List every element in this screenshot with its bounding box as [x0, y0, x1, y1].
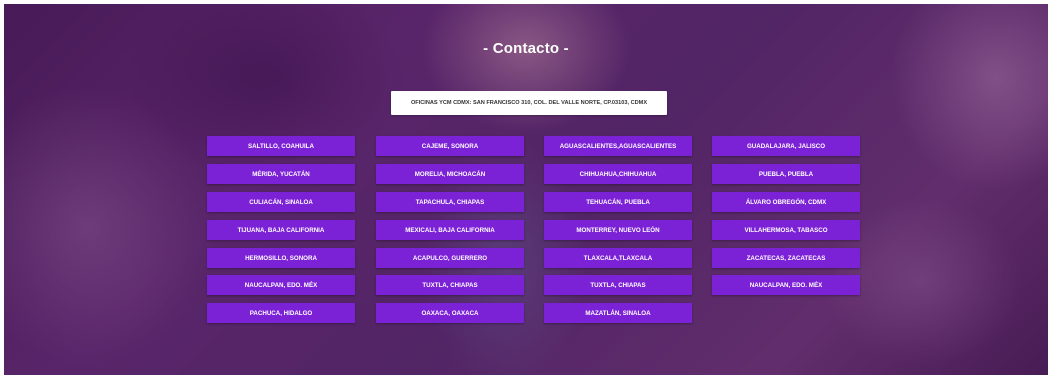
city-button-mexicali[interactable]: MEXICALI, BAJA CALIFORNIA: [376, 220, 524, 240]
city-button-naucalpan[interactable]: NAUCALPAN, EDO. MÉX: [207, 275, 355, 295]
contact-hero-section: - Contacto - OFICINAS YCM CDMX: SAN FRAN…: [4, 4, 1048, 375]
city-button-acapulco[interactable]: ACAPULCO, GUERRERO: [376, 248, 524, 268]
city-button-puebla[interactable]: PUEBLA, PUEBLA: [712, 164, 860, 184]
city-button-guadalajara[interactable]: GUADALAJARA, JALISCO: [712, 136, 860, 156]
city-button-culiacan[interactable]: CULIACÁN, SINALOA: [207, 192, 355, 212]
city-button-oaxaca[interactable]: OAXACA, OAXACA: [376, 303, 524, 323]
city-button-saltillo[interactable]: SALTILLO, COAHUILA: [207, 136, 355, 156]
city-button-villahermosa[interactable]: VILLAHERMOSA, TABASCO: [712, 220, 860, 240]
city-button-hermosillo[interactable]: HERMOSILLO, SONORA: [207, 248, 355, 268]
city-button-tuxtla-2[interactable]: TUXTLA, CHIAPAS: [544, 275, 692, 295]
city-button-tapachula[interactable]: TAPACHULA, CHIAPAS: [376, 192, 524, 212]
city-button-aguascalientes[interactable]: AGUASCALIENTES,AGUASCALIENTES: [544, 136, 692, 156]
city-button-mazatlan[interactable]: MAZATLÁN, SINALOA: [544, 303, 692, 323]
city-button-tuxtla[interactable]: TUXTLA, CHIAPAS: [376, 275, 524, 295]
contact-content: - Contacto - OFICINAS YCM CDMX: SAN FRAN…: [4, 4, 1048, 375]
section-title: - Contacto -: [483, 40, 569, 57]
city-button-zacatecas[interactable]: ZACATECAS, ZACATECAS: [712, 248, 860, 268]
city-button-monterrey[interactable]: MONTERREY, NUEVO LEÓN: [544, 220, 692, 240]
city-button-tijuana[interactable]: TIJUANA, BAJA CALIFORNIA: [207, 220, 355, 240]
city-button-morelia[interactable]: MORELIA, MICHOACÁN: [376, 164, 524, 184]
city-button-alvaro-obregon[interactable]: ÁLVARO OBREGÓN, CDMX: [712, 192, 860, 212]
office-address-box: OFICINAS YCM CDMX: SAN FRANCISCO 310, CO…: [391, 91, 667, 115]
city-button-pachuca[interactable]: PACHUCA, HIDALGO: [207, 303, 355, 323]
city-button-merida[interactable]: MÉRIDA, YUCATÁN: [207, 164, 355, 184]
city-button-tlaxcala[interactable]: TLAXCALA,TLAXCALA: [544, 248, 692, 268]
city-button-cajeme[interactable]: CAJEME, SONORA: [376, 136, 524, 156]
city-button-naucalpan-2[interactable]: NAUCALPAN, EDO. MÉX: [712, 275, 860, 295]
city-button-tehuacan[interactable]: TEHUACÁN, PUEBLA: [544, 192, 692, 212]
city-button-chihuahua[interactable]: CHIHUAHUA,CHIHUAHUA: [544, 164, 692, 184]
